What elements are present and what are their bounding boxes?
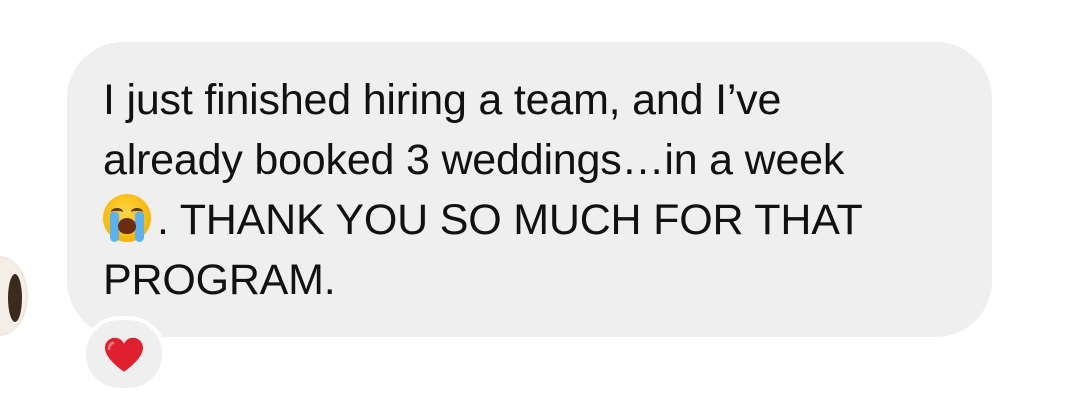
message-line-1: I just finished hiring a team, and I’ve [103,76,782,124]
red-heart-icon [105,337,143,372]
sender-avatar[interactable] [0,256,28,336]
message-text: I just finished hiring a team, and I’ve … [103,70,963,310]
avatar-photo-detail [8,274,22,322]
message-line-3-wrapper: . THANK YOU SO MUCH FOR THAT [103,190,963,250]
loudly-crying-face-icon [103,194,151,242]
message-line-2: already booked 3 weddings…in a week [103,136,845,184]
message-line-4: PROGRAM. [103,256,336,304]
message-line-3: . THANK YOU SO MUCH FOR THAT [157,196,863,244]
message-reaction[interactable] [82,316,166,392]
